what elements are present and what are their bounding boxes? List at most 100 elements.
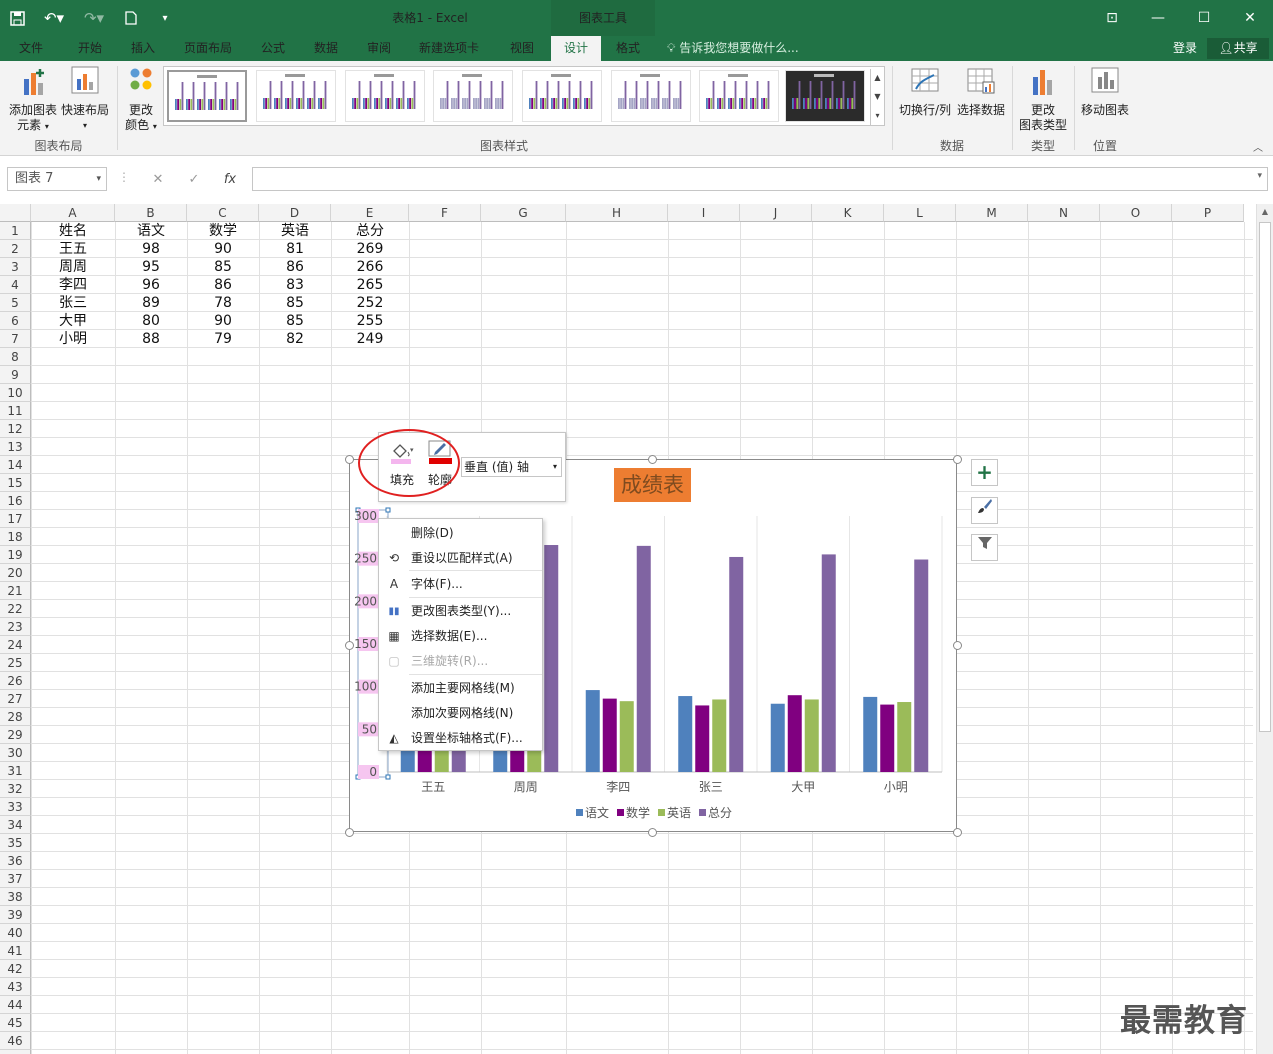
row-header-7[interactable]: 7 [0, 330, 31, 348]
chart-style-thumbnail[interactable] [433, 70, 513, 122]
tab-7[interactable]: 新建选项卡 [404, 36, 494, 61]
row-header-25[interactable]: 25 [0, 654, 31, 672]
data-cell[interactable]: 85 [259, 312, 331, 330]
column-header-G[interactable]: G [481, 204, 566, 222]
context-menu-item[interactable]: 添加主要网格线(M) [379, 676, 542, 701]
redo-button[interactable]: ↷▾ [74, 0, 114, 36]
chart-resize-handle[interactable] [345, 641, 354, 650]
chart-resize-handle[interactable] [953, 828, 962, 837]
row-header-38[interactable]: 38 [0, 888, 31, 906]
new-file-button[interactable] [114, 0, 148, 36]
tab-9[interactable]: 设计 [551, 36, 601, 61]
data-cell[interactable]: 81 [259, 240, 331, 258]
data-cell[interactable]: 79 [187, 330, 259, 348]
chart-element-selector[interactable]: 垂直 (值) 轴 ▾ [461, 457, 562, 477]
column-header-K[interactable]: K [812, 204, 884, 222]
row-header-27[interactable]: 27 [0, 690, 31, 708]
row-header-28[interactable]: 28 [0, 708, 31, 726]
add-chart-element-button[interactable]: 添加图表 元素 ▾ [6, 65, 60, 134]
data-cell[interactable]: 86 [187, 276, 259, 294]
column-header-C[interactable]: C [187, 204, 259, 222]
more-styles-icon[interactable]: ▾ [870, 107, 884, 126]
column-header-A[interactable]: A [31, 204, 115, 222]
column-header-H[interactable]: H [566, 204, 668, 222]
column-header-E[interactable]: E [331, 204, 409, 222]
chart-style-thumbnail[interactable] [256, 70, 336, 122]
chart-style-thumbnail[interactable] [345, 70, 425, 122]
row-header-5[interactable]: 5 [0, 294, 31, 312]
minimize-button[interactable]: — [1135, 0, 1181, 36]
row-header-15[interactable]: 15 [0, 474, 31, 492]
data-cell[interactable]: 李四 [31, 276, 115, 294]
data-cell[interactable]: 266 [331, 258, 409, 276]
tab-4[interactable]: 公式 [248, 36, 298, 61]
tab-8[interactable]: 视图 [494, 36, 550, 61]
data-cell[interactable]: 89 [115, 294, 187, 312]
row-header-35[interactable]: 35 [0, 834, 31, 852]
context-menu-item[interactable]: ▮▮ 更改图表类型(Y)... [379, 599, 542, 624]
row-header-42[interactable]: 42 [0, 960, 31, 978]
row-header-31[interactable]: 31 [0, 762, 31, 780]
row-header-23[interactable]: 23 [0, 618, 31, 636]
vertical-scrollbar[interactable]: ▲ [1256, 204, 1273, 1054]
tab-1[interactable]: 开始 [62, 36, 118, 61]
tell-me-search[interactable]: 💡︎ 告诉我您想要做什么... [667, 36, 799, 61]
row-header-24[interactable]: 24 [0, 636, 31, 654]
row-header-41[interactable]: 41 [0, 942, 31, 960]
scroll-thumb[interactable] [1259, 222, 1271, 732]
maximize-button[interactable]: ☐ [1181, 0, 1227, 36]
row-header-29[interactable]: 29 [0, 726, 31, 744]
scroll-up-icon[interactable]: ▲ [870, 69, 884, 88]
data-cell[interactable]: 265 [331, 276, 409, 294]
quick-layout-button[interactable]: 快速布局 ▾ [60, 65, 110, 133]
data-cell[interactable]: 95 [115, 258, 187, 276]
chart-filters-button[interactable] [971, 534, 998, 561]
cancel-icon[interactable]: ✕ [140, 172, 176, 187]
column-header-J[interactable]: J [740, 204, 812, 222]
tab-10[interactable]: 格式 [601, 36, 655, 61]
data-cell[interactable]: 252 [331, 294, 409, 312]
data-cell[interactable]: 83 [259, 276, 331, 294]
column-header-M[interactable]: M [956, 204, 1028, 222]
data-cell[interactable]: 96 [115, 276, 187, 294]
change-chart-type-button[interactable]: 更改 图表类型 [1016, 65, 1070, 133]
row-header-1[interactable]: 1 [0, 222, 31, 240]
scroll-down-icon[interactable]: ▼ [870, 88, 884, 107]
column-header-I[interactable]: I [668, 204, 740, 222]
context-menu-item[interactable]: ◭ 设置坐标轴格式(F)... [379, 726, 542, 751]
row-header-26[interactable]: 26 [0, 672, 31, 690]
scroll-up-icon[interactable]: ▲ [1257, 207, 1273, 216]
ribbon-display-options-button[interactable]: ⊡ [1089, 0, 1135, 36]
header-cell[interactable]: 英语 [259, 222, 331, 240]
name-box[interactable]: 图表 7 ▾ [7, 167, 107, 191]
data-cell[interactable]: 王五 [31, 240, 115, 258]
chart-style-thumbnail[interactable] [522, 70, 602, 122]
data-cell[interactable]: 张三 [31, 294, 115, 312]
row-header-44[interactable]: 44 [0, 996, 31, 1014]
row-header-21[interactable]: 21 [0, 582, 31, 600]
row-header-30[interactable]: 30 [0, 744, 31, 762]
data-cell[interactable]: 82 [259, 330, 331, 348]
chart-resize-handle[interactable] [648, 455, 657, 464]
row-header-13[interactable]: 13 [0, 438, 31, 456]
row-header-11[interactable]: 11 [0, 402, 31, 420]
chart-resize-handle[interactable] [345, 828, 354, 837]
column-header-L[interactable]: L [884, 204, 956, 222]
context-menu-item[interactable]: ⟲ 重设以匹配样式(A) [379, 546, 542, 571]
data-cell[interactable]: 小明 [31, 330, 115, 348]
chart-styles-button[interactable] [971, 497, 998, 524]
tab-2[interactable]: 插入 [118, 36, 168, 61]
row-header-22[interactable]: 22 [0, 600, 31, 618]
data-cell[interactable]: 269 [331, 240, 409, 258]
data-cell[interactable]: 255 [331, 312, 409, 330]
change-colors-button[interactable]: 更改 颜色 ▾ [121, 65, 161, 134]
chart-style-thumbnail[interactable] [699, 70, 779, 122]
data-cell[interactable]: 周周 [31, 258, 115, 276]
row-header-36[interactable]: 36 [0, 852, 31, 870]
chart-style-thumbnail[interactable] [785, 70, 865, 122]
data-cell[interactable]: 大甲 [31, 312, 115, 330]
column-header-F[interactable]: F [409, 204, 481, 222]
row-header-14[interactable]: 14 [0, 456, 31, 474]
row-header-17[interactable]: 17 [0, 510, 31, 528]
column-header-P[interactable]: P [1172, 204, 1244, 222]
